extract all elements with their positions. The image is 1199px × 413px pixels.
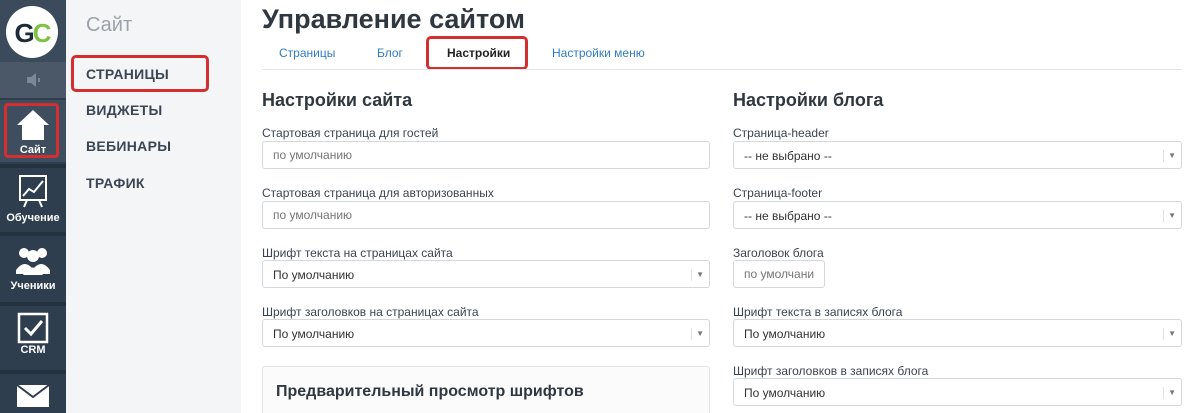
rail-item-learning-label: Обучение: [6, 212, 60, 224]
blog-title-input[interactable]: [733, 260, 825, 288]
text-font-value: По умолчанию: [273, 268, 355, 282]
blog-title-label: Заголовок блога: [733, 246, 824, 260]
subnav-item-webinars[interactable]: ВЕБИНАРЫ: [86, 138, 171, 154]
footer-page-label: Страница-footer: [733, 186, 823, 200]
chart-icon: [19, 175, 47, 208]
post-text-font-label: Шрифт текста в записях блога: [733, 305, 903, 319]
header-page-value: -- не выбрано --: [744, 149, 832, 163]
post-text-font-select[interactable]: По умолчанию ▼: [733, 319, 1182, 347]
heading-font-label: Шрифт заголовков на страницах сайта: [262, 305, 479, 319]
subnav-item-traffic[interactable]: ТРАФИК: [86, 175, 145, 191]
tab-menu-settings[interactable]: Настройки меню: [552, 46, 645, 60]
header-page-label: Страница-header: [733, 126, 829, 140]
section-sidebar: Сайт СТРАНИЦЫ ВИДЖЕТЫ ВЕБИНАРЫ ТРАФИК: [66, 0, 241, 413]
post-heading-font-value: По умолчанию: [744, 386, 826, 400]
logo-circle: GC: [6, 6, 58, 58]
site-settings-title: Настройки сайта: [262, 90, 413, 110]
chevron-down-icon: ▼: [691, 269, 704, 281]
mail-icon: [16, 384, 50, 407]
subnav-item-widgets[interactable]: ВИДЖЕТЫ: [86, 102, 163, 118]
site-highlight-frame: [4, 103, 59, 158]
pages-highlight-frame: [71, 55, 209, 92]
logo-text: GC: [14, 18, 51, 48]
chevron-down-icon: ▼: [1163, 328, 1176, 340]
text-font-select[interactable]: По умолчанию ▼: [262, 260, 710, 288]
page-title: Управление сайтом: [262, 4, 525, 34]
chevron-down-icon: ▼: [1163, 387, 1176, 399]
post-text-font-value: По умолчанию: [744, 327, 826, 341]
start-guest-input[interactable]: [262, 141, 710, 169]
font-preview-title: Предварительный просмотр шрифтов: [276, 383, 584, 400]
start-auth-input[interactable]: [262, 201, 710, 229]
heading-font-value: По умолчанию: [273, 327, 355, 341]
rail-divider: [0, 232, 66, 236]
announcements-button[interactable]: [0, 62, 66, 98]
rail-item-mail[interactable]: [0, 376, 66, 413]
footer-page-value: -- не выбрано --: [744, 209, 832, 223]
blog-settings-title: Настройки блога: [733, 90, 884, 110]
post-heading-font-label: Шрифт заголовков в записях блога: [733, 364, 929, 378]
footer-page-select[interactable]: -- не выбрано -- ▼: [733, 201, 1182, 229]
checkbox-icon: [17, 312, 49, 344]
rail-item-students[interactable]: Ученики: [0, 238, 66, 300]
tab-settings[interactable]: Настройки: [447, 46, 510, 60]
rail-item-crm[interactable]: CRM: [0, 306, 66, 368]
font-preview-panel: Предварительный просмотр шрифтов: [262, 366, 710, 413]
section-title: Сайт: [86, 14, 133, 36]
tabs-divider: [262, 69, 1182, 70]
rail-item-students-label: Ученики: [10, 280, 56, 292]
chevron-down-icon: ▼: [691, 328, 704, 340]
chevron-down-icon: ▼: [1163, 150, 1176, 162]
speaker-icon: [27, 73, 40, 87]
rail-item-crm-label: CRM: [20, 344, 46, 356]
start-guest-label: Стартовая страница для гостей: [262, 126, 439, 140]
header-page-select[interactable]: -- не выбрано -- ▼: [733, 141, 1182, 169]
rail-divider: [0, 370, 66, 374]
rail-item-learning[interactable]: Обучение: [0, 168, 66, 230]
tab-blog[interactable]: Блог: [377, 46, 403, 60]
main-sidebar: GC Сайт Обучение Ученики CRM: [0, 0, 66, 413]
start-auth-label: Стартовая страница для авторизованных: [262, 186, 494, 200]
users-icon: [16, 248, 50, 275]
heading-font-select[interactable]: По умолчанию ▼: [262, 319, 710, 347]
logo[interactable]: GC: [0, 0, 66, 62]
post-heading-font-select[interactable]: По умолчанию ▼: [733, 378, 1182, 406]
text-font-label: Шрифт текста на страницах сайта: [262, 246, 453, 260]
chevron-down-icon: ▼: [1163, 210, 1176, 222]
tab-pages[interactable]: Страницы: [279, 46, 335, 60]
